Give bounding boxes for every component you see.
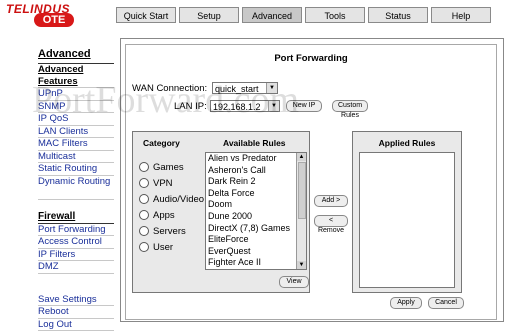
tab-status[interactable]: Status bbox=[368, 7, 428, 23]
tab-quick-start[interactable]: Quick Start bbox=[116, 7, 176, 23]
sidebar-item-reboot[interactable]: Reboot bbox=[38, 306, 114, 319]
list-item[interactable]: DirectX (7,8) Games bbox=[206, 223, 306, 235]
rules-box: Category Available Rules Games VPN Audio… bbox=[132, 131, 310, 293]
category-label: Servers bbox=[153, 226, 186, 237]
category-radio-apps[interactable]: Apps bbox=[139, 208, 175, 224]
tab-help[interactable]: Help bbox=[431, 7, 491, 23]
category-header: Category bbox=[143, 138, 180, 148]
sidebar-title-advanced[interactable]: Advanced bbox=[38, 46, 114, 64]
list-item[interactable]: Delta Force bbox=[206, 188, 306, 200]
custom-rules-button[interactable]: Custom Rules bbox=[332, 100, 368, 112]
sidebar-item-static-routing[interactable]: Static Routing bbox=[38, 163, 114, 176]
sidebar-item-log-out[interactable]: Log Out bbox=[38, 319, 114, 331]
logo-text-ote: OTE bbox=[34, 13, 74, 27]
scroll-up-icon[interactable]: ▲ bbox=[297, 153, 306, 161]
category-radio-user[interactable]: User bbox=[139, 240, 173, 256]
remove-button[interactable]: < Remove bbox=[314, 215, 348, 227]
category-radio-servers[interactable]: Servers bbox=[139, 224, 186, 240]
category-radio-games[interactable]: Games bbox=[139, 160, 184, 176]
scroll-down-icon[interactable]: ▼ bbox=[297, 261, 306, 269]
apply-button[interactable]: Apply bbox=[390, 297, 422, 309]
category-label: Games bbox=[153, 162, 184, 173]
sidebar-item-save-settings[interactable]: Save Settings bbox=[38, 294, 114, 307]
category-label: Apps bbox=[153, 210, 175, 221]
category-radio-vpn[interactable]: VPN bbox=[139, 176, 173, 192]
radio-icon bbox=[139, 162, 149, 172]
radio-icon bbox=[139, 178, 149, 188]
radio-icon bbox=[139, 210, 149, 220]
sidebar-item-ip-filters[interactable]: IP Filters bbox=[38, 249, 114, 262]
radio-icon bbox=[139, 242, 149, 252]
scrollbar[interactable]: ▲ ▼ bbox=[296, 153, 306, 269]
add-button[interactable]: Add > bbox=[314, 195, 348, 207]
tab-tools[interactable]: Tools bbox=[305, 7, 365, 23]
list-item[interactable]: Dune 2000 bbox=[206, 211, 306, 223]
tab-setup[interactable]: Setup bbox=[179, 7, 239, 23]
list-item[interactable]: Dark Rein 2 bbox=[206, 176, 306, 188]
view-button[interactable]: View bbox=[279, 276, 309, 288]
available-rules-list[interactable]: Alien vs Predator Asheron's Call Dark Re… bbox=[205, 152, 307, 270]
radio-icon bbox=[139, 226, 149, 236]
sidebar-item-lan-clients[interactable]: LAN Clients bbox=[38, 126, 114, 139]
cancel-button[interactable]: Cancel bbox=[428, 297, 464, 309]
applied-rules-box: Applied Rules bbox=[352, 131, 462, 293]
page-title: Port Forwarding bbox=[126, 53, 496, 64]
category-label: VPN bbox=[153, 178, 173, 189]
list-item[interactable]: Asheron's Call bbox=[206, 165, 306, 177]
list-item[interactable]: Fighter Ace II bbox=[206, 257, 306, 269]
category-label: User bbox=[153, 242, 173, 253]
list-item[interactable]: Alien vs Predator bbox=[206, 153, 306, 165]
tab-advanced[interactable]: Advanced bbox=[242, 7, 302, 23]
list-item[interactable]: EverQuest bbox=[206, 246, 306, 258]
category-label: Audio/Video bbox=[153, 194, 204, 205]
applied-rules-header: Applied Rules bbox=[353, 138, 461, 148]
list-item[interactable]: Doom bbox=[206, 199, 306, 211]
sidebar-item-multicast[interactable]: Multicast bbox=[38, 151, 114, 164]
sidebar-item-port-forwarding[interactable]: Port Forwarding bbox=[38, 224, 114, 237]
scroll-thumb[interactable] bbox=[298, 162, 306, 219]
sidebar-item-dmz[interactable]: DMZ bbox=[38, 261, 114, 274]
telindus-ote-logo: TELINDUS OTE bbox=[4, 2, 110, 28]
sidebar-item-mac-filters[interactable]: MAC Filters bbox=[38, 138, 114, 151]
list-item[interactable]: EliteForce bbox=[206, 234, 306, 246]
category-radio-audio-video[interactable]: Audio/Video bbox=[139, 192, 204, 208]
available-rules-header: Available Rules bbox=[223, 138, 286, 148]
sidebar-item-dynamic-routing[interactable]: Dynamic Routing bbox=[38, 176, 114, 200]
radio-icon bbox=[139, 194, 149, 204]
sidebar-item-access-control[interactable]: Access Control bbox=[38, 236, 114, 249]
top-nav: Quick Start Setup Advanced Tools Status … bbox=[116, 7, 491, 23]
watermark: PortForward.com bbox=[32, 78, 299, 122]
sidebar-title-firewall[interactable]: Firewall bbox=[38, 211, 114, 224]
applied-rules-list[interactable] bbox=[359, 152, 455, 288]
